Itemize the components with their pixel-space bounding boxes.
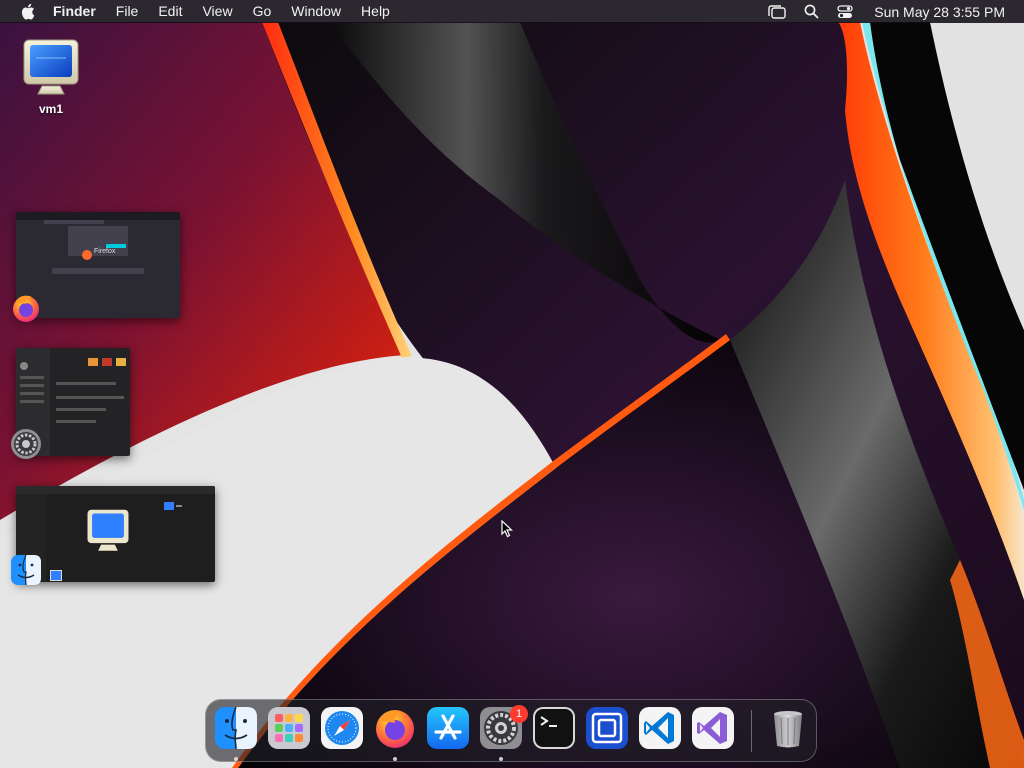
running-indicator [499,757,503,761]
launchpad-icon [268,707,310,749]
apple-menu-icon[interactable] [17,1,39,23]
display-monitor-icon [23,39,79,95]
stage-group-firefox[interactable]: Firefox [10,212,182,324]
menu-edit[interactable]: Edit [148,0,192,23]
desktop-wallpaper [0,0,1024,768]
menu-go[interactable]: Go [243,0,282,23]
system-settings-icon [10,428,44,462]
dock-item-terminal[interactable] [532,706,576,750]
dock-item-launchpad[interactable] [267,706,311,750]
menubar-clock[interactable]: Sun May 28 3:55 PM [862,4,1024,20]
safari-icon [321,707,363,749]
desktop-icon-vm1[interactable]: vm1 [13,38,89,116]
thumbnail-caption: Firefox [94,248,116,255]
control-center-icon[interactable] [835,2,855,22]
dock-item-trash[interactable] [766,706,810,750]
finder-icon [10,554,44,588]
dock-item-finder[interactable] [214,706,258,750]
dock-item-app-store[interactable] [426,706,470,750]
dock-item-safari[interactable] [320,706,364,750]
menu-view[interactable]: View [192,0,242,23]
stage-group-system-settings[interactable] [10,348,132,462]
window-thumbnail [16,486,215,582]
running-indicator [393,757,397,761]
visual-studio-icon [692,707,734,749]
dock-item-app[interactable] [585,706,629,750]
dock: 1 [205,699,817,762]
menu-file[interactable]: File [106,0,149,23]
dock-item-vscode[interactable] [638,706,682,750]
dock-item-firefox[interactable] [373,706,417,750]
display-monitor-icon [50,570,62,581]
stage-group-finder[interactable] [10,486,218,590]
stage-manager-icon[interactable] [767,2,787,22]
blue-square-app-icon [586,707,628,749]
app-store-icon [427,707,469,749]
running-indicator [234,757,238,761]
dock-separator [751,710,752,752]
desktop-icon-label: vm1 [38,102,64,116]
spotlight-search-icon[interactable] [801,2,821,22]
firefox-icon [10,292,44,326]
firefox-icon [376,710,414,748]
menu-help[interactable]: Help [351,0,400,23]
trash-icon [774,711,802,748]
menu-window[interactable]: Window [281,0,351,23]
status-area: Sun May 28 3:55 PM [760,0,1024,23]
notification-badge: 1 [510,705,528,723]
menu-bar: Finder File Edit View Go Window Help Sun… [0,0,1024,23]
dock-item-visual-studio[interactable] [691,706,735,750]
mouse-cursor-icon [501,520,513,538]
menu-app-name[interactable]: Finder [39,0,106,23]
terminal-icon [533,707,575,749]
finder-icon [215,706,257,750]
vscode-icon [639,707,681,749]
